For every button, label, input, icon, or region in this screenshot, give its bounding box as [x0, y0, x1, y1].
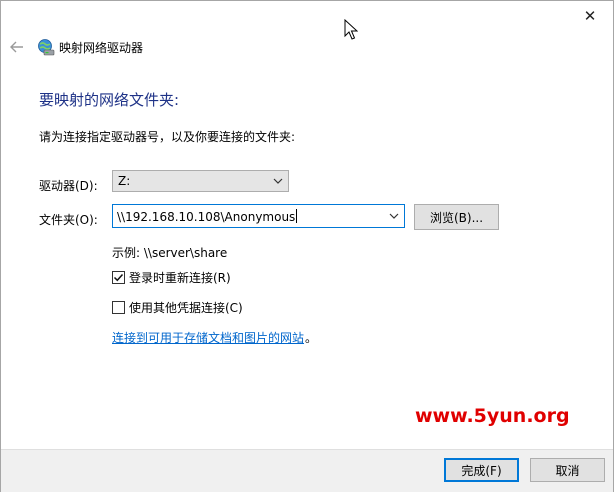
chevron-down-icon — [273, 178, 283, 184]
drive-letter-select[interactable]: Z: — [112, 170, 289, 192]
back-button[interactable] — [7, 37, 27, 57]
checkbox-box — [112, 270, 125, 284]
title-bar: ✕ — [1, 1, 613, 31]
browse-button-label: 浏览(B)... — [429, 210, 484, 225]
cancel-button-label: 取消 — [555, 463, 580, 478]
drive-letter-value: Z: — [118, 174, 131, 188]
close-icon: ✕ — [583, 7, 597, 25]
network-drive-icon — [38, 39, 55, 56]
folder-path-input[interactable]: \\192.168.10.108\Anonymous — [112, 204, 405, 228]
folder-path-value: \\192.168.10.108\Anonymous — [117, 210, 296, 224]
mouse-pointer-icon — [344, 19, 358, 40]
folder-label: 文件夹(O): — [39, 213, 98, 227]
wizard-title: 映射网络驱动器 — [59, 41, 144, 55]
back-arrow-icon — [10, 41, 23, 53]
reconnect-label: 登录时重新连接(R) — [129, 270, 231, 285]
use-other-credentials-checkbox[interactable]: 使用其他凭据连接(C) — [112, 299, 243, 315]
finish-button[interactable]: 完成(F) — [444, 458, 519, 482]
chevron-down-icon[interactable] — [388, 209, 400, 223]
link-suffix: 。 — [305, 331, 318, 345]
cancel-button[interactable]: 取消 — [530, 458, 605, 482]
map-network-drive-dialog: ✕ 映射网络驱动器 要映射的网络文件夹: 请为连接指定驱动器号，以及你要连接的文… — [0, 0, 614, 492]
close-button[interactable]: ✕ — [567, 1, 613, 31]
browse-button[interactable]: 浏览(B)... — [414, 204, 499, 230]
example-text: 示例: \\server\share — [112, 246, 228, 260]
instruction-text: 请为连接指定驱动器号，以及你要连接的文件夹: — [39, 130, 296, 144]
page-heading: 要映射的网络文件夹: — [39, 91, 180, 109]
drive-label: 驱动器(D): — [39, 179, 98, 193]
checkbox-box — [112, 300, 125, 314]
finish-button-label: 完成(F) — [461, 463, 502, 478]
dialog-footer — [1, 449, 613, 492]
watermark-text: www.5yun.org — [415, 405, 570, 427]
text-caret — [296, 209, 298, 223]
other-credentials-label: 使用其他凭据连接(C) — [129, 300, 243, 315]
check-icon — [113, 273, 124, 281]
reconnect-at-signin-checkbox[interactable]: 登录时重新连接(R) — [112, 269, 231, 285]
connect-website-link[interactable]: 连接到可用于存储文档和图片的网站 — [112, 329, 304, 346]
